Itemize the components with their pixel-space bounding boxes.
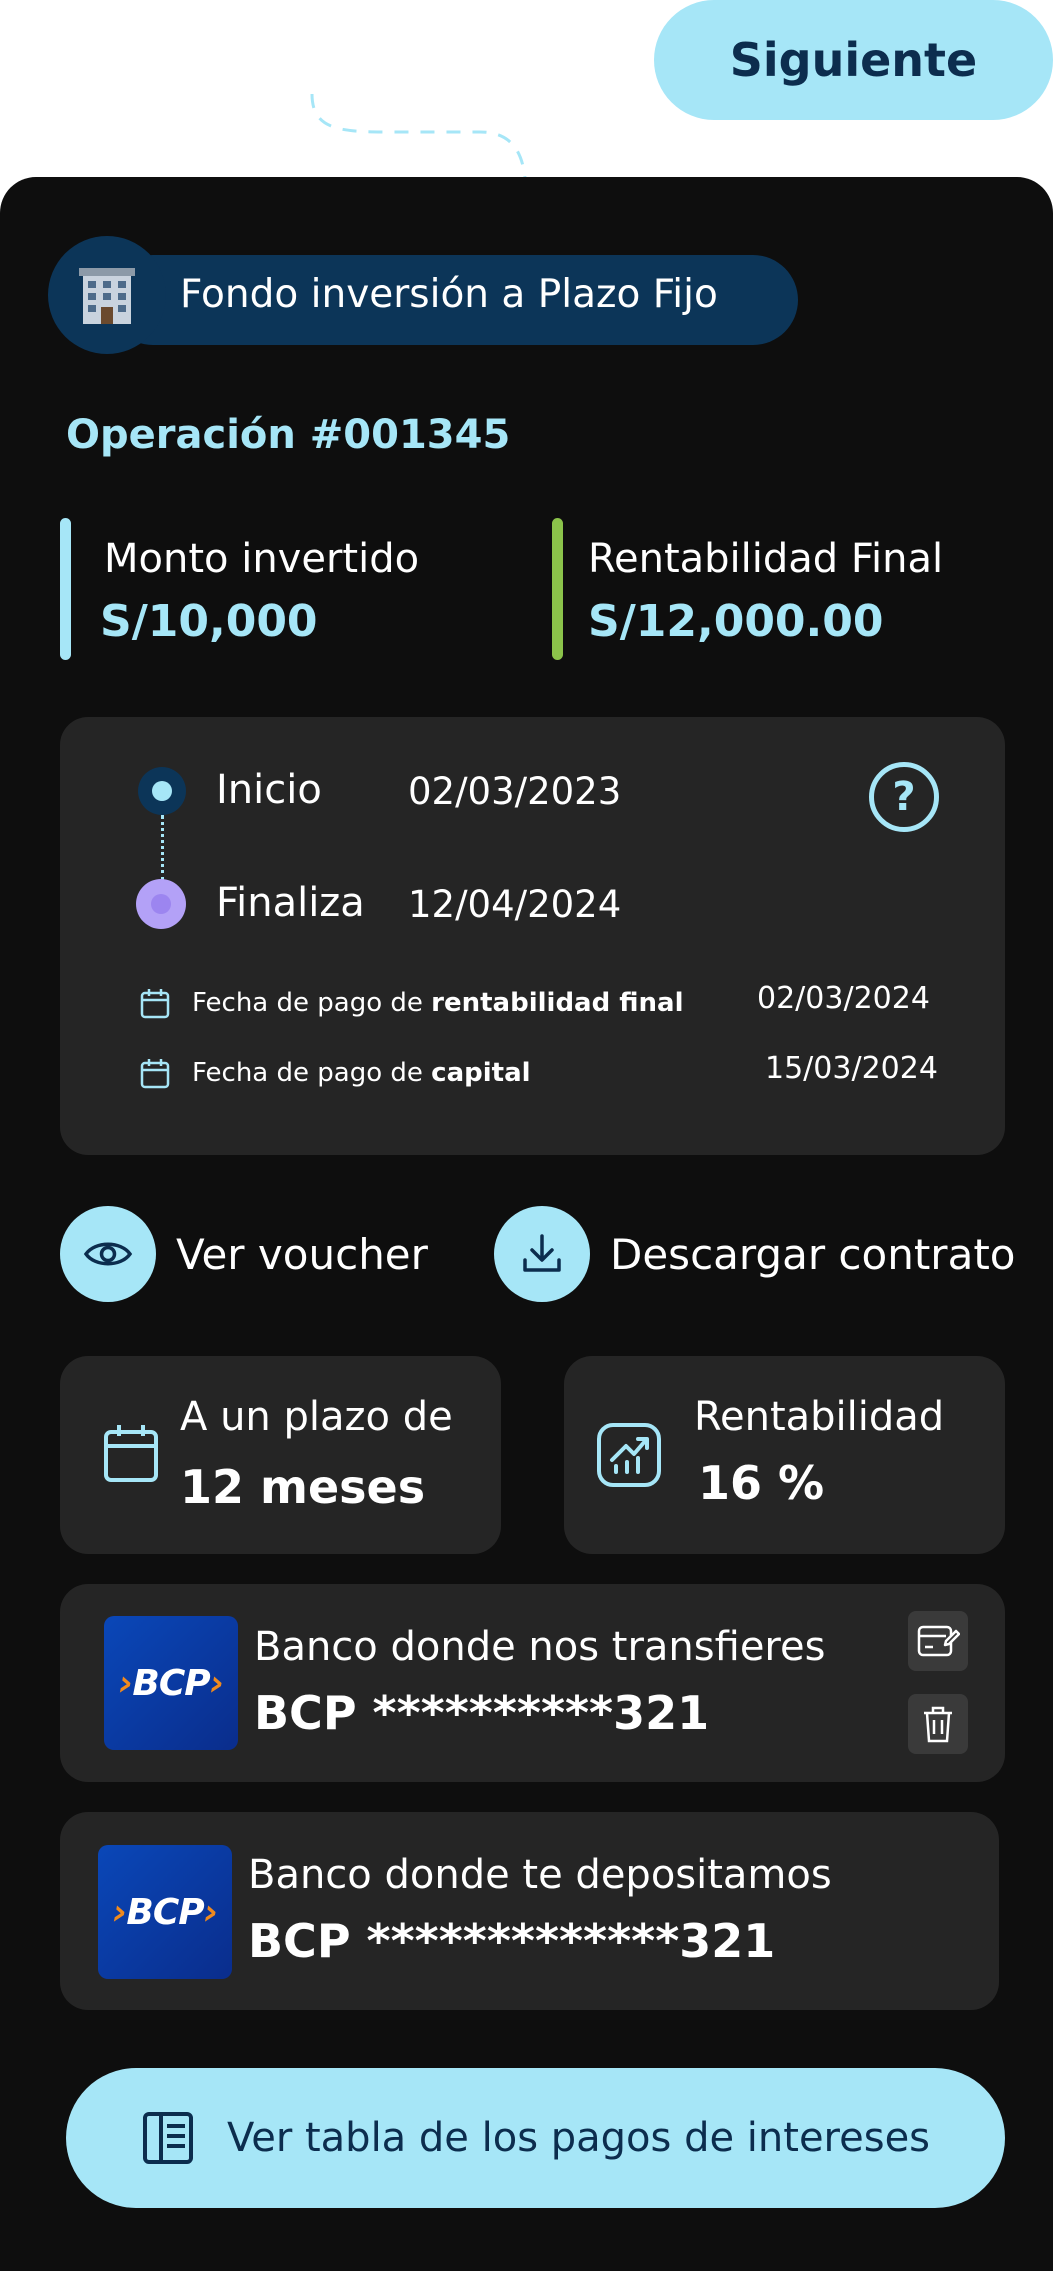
calendar-icon [104, 1425, 158, 1482]
edit-card-icon[interactable] [908, 1611, 968, 1671]
timeline-end-dot [136, 879, 186, 929]
help-icon[interactable]: ? [869, 762, 939, 832]
invested-title: Monto invertido [104, 536, 420, 582]
download-contract-label: Descargar contrato [610, 1229, 1016, 1279]
bcp-logo: › BCP › [104, 1616, 238, 1750]
payment-date-row: Fecha de pago de rentabilidad final [140, 983, 684, 1023]
invested-amount: Monto invertido S/10,000 [60, 518, 480, 660]
trash-icon[interactable] [908, 1694, 968, 1754]
payment-type: capital [431, 1058, 531, 1088]
final-title: Rentabilidad Final [588, 536, 944, 582]
payment-prefix: Fecha de pago de [192, 988, 432, 1018]
eye-icon [60, 1206, 156, 1302]
timeline-start-dot [138, 767, 186, 815]
payment-type: rentabilidad final [431, 988, 684, 1018]
transfer-bank-account: BCP **********321 [254, 1686, 710, 1740]
deposit-bank-account: BCP *************321 [248, 1914, 776, 1968]
table-icon [142, 2112, 193, 2164]
invested-value: S/10,000 [100, 596, 318, 647]
payment-date: 15/03/2024 [765, 1051, 938, 1086]
payment-prefix: Fecha de pago de [192, 1058, 432, 1088]
start-date: 02/03/2023 [408, 770, 622, 813]
view-voucher-button[interactable]: Ver voucher [60, 1206, 428, 1302]
fund-badge: Fondo inversión a Plazo Fijo [48, 236, 798, 356]
bcp-logo: › BCP › [98, 1845, 232, 1979]
operation-number: Operación #001345 [66, 412, 511, 458]
term-label: A un plazo de [180, 1394, 453, 1440]
fund-name: Fondo inversión a Plazo Fijo [180, 272, 718, 317]
transfer-bank-label: Banco donde nos transfieres [254, 1624, 826, 1670]
final-value: S/12,000.00 [588, 596, 884, 647]
payment-date: 02/03/2024 [757, 981, 930, 1016]
calendar-icon [140, 989, 170, 1019]
deposit-bank-label: Banco donde te depositamos [248, 1852, 832, 1898]
growth-chart-icon [597, 1423, 661, 1487]
transfer-bank-panel: › BCP › Banco donde nos transfieres BCP **… [60, 1584, 1005, 1782]
next-button[interactable]: Siguiente [654, 0, 1053, 120]
term-panel: A un plazo de 12 meses [60, 1356, 501, 1554]
building-icon [48, 236, 166, 354]
view-voucher-label: Ver voucher [176, 1229, 428, 1279]
rate-value: 16 % [698, 1456, 825, 1510]
end-date: 12/04/2024 [408, 883, 622, 926]
end-label: Finaliza [216, 880, 365, 926]
view-interest-table-label: Ver tabla de los pagos de intereses [226, 2115, 931, 2161]
calendar-icon [140, 1059, 170, 1089]
rate-panel: Rentabilidad 16 % [564, 1356, 1005, 1554]
payment-date-row: Fecha de pago de capital [140, 1053, 531, 1093]
decorative-dashed-line [310, 93, 527, 179]
deposit-bank-panel: › BCP › Banco donde te depositamos BCP ***… [60, 1812, 999, 2010]
view-interest-table-button[interactable]: Ver tabla de los pagos de intereses [66, 2068, 1005, 2208]
term-value: 12 meses [180, 1460, 426, 1514]
start-label: Inicio [216, 767, 322, 813]
download-contract-button[interactable]: Descargar contrato [494, 1206, 1015, 1302]
rate-label: Rentabilidad [694, 1394, 945, 1440]
dates-panel: Inicio 02/03/2023 Finaliza 12/04/2024 ? … [60, 717, 1005, 1155]
download-icon [494, 1206, 590, 1302]
final-return: Rentabilidad Final S/12,000.00 [552, 518, 1002, 660]
timeline-line [161, 815, 164, 881]
